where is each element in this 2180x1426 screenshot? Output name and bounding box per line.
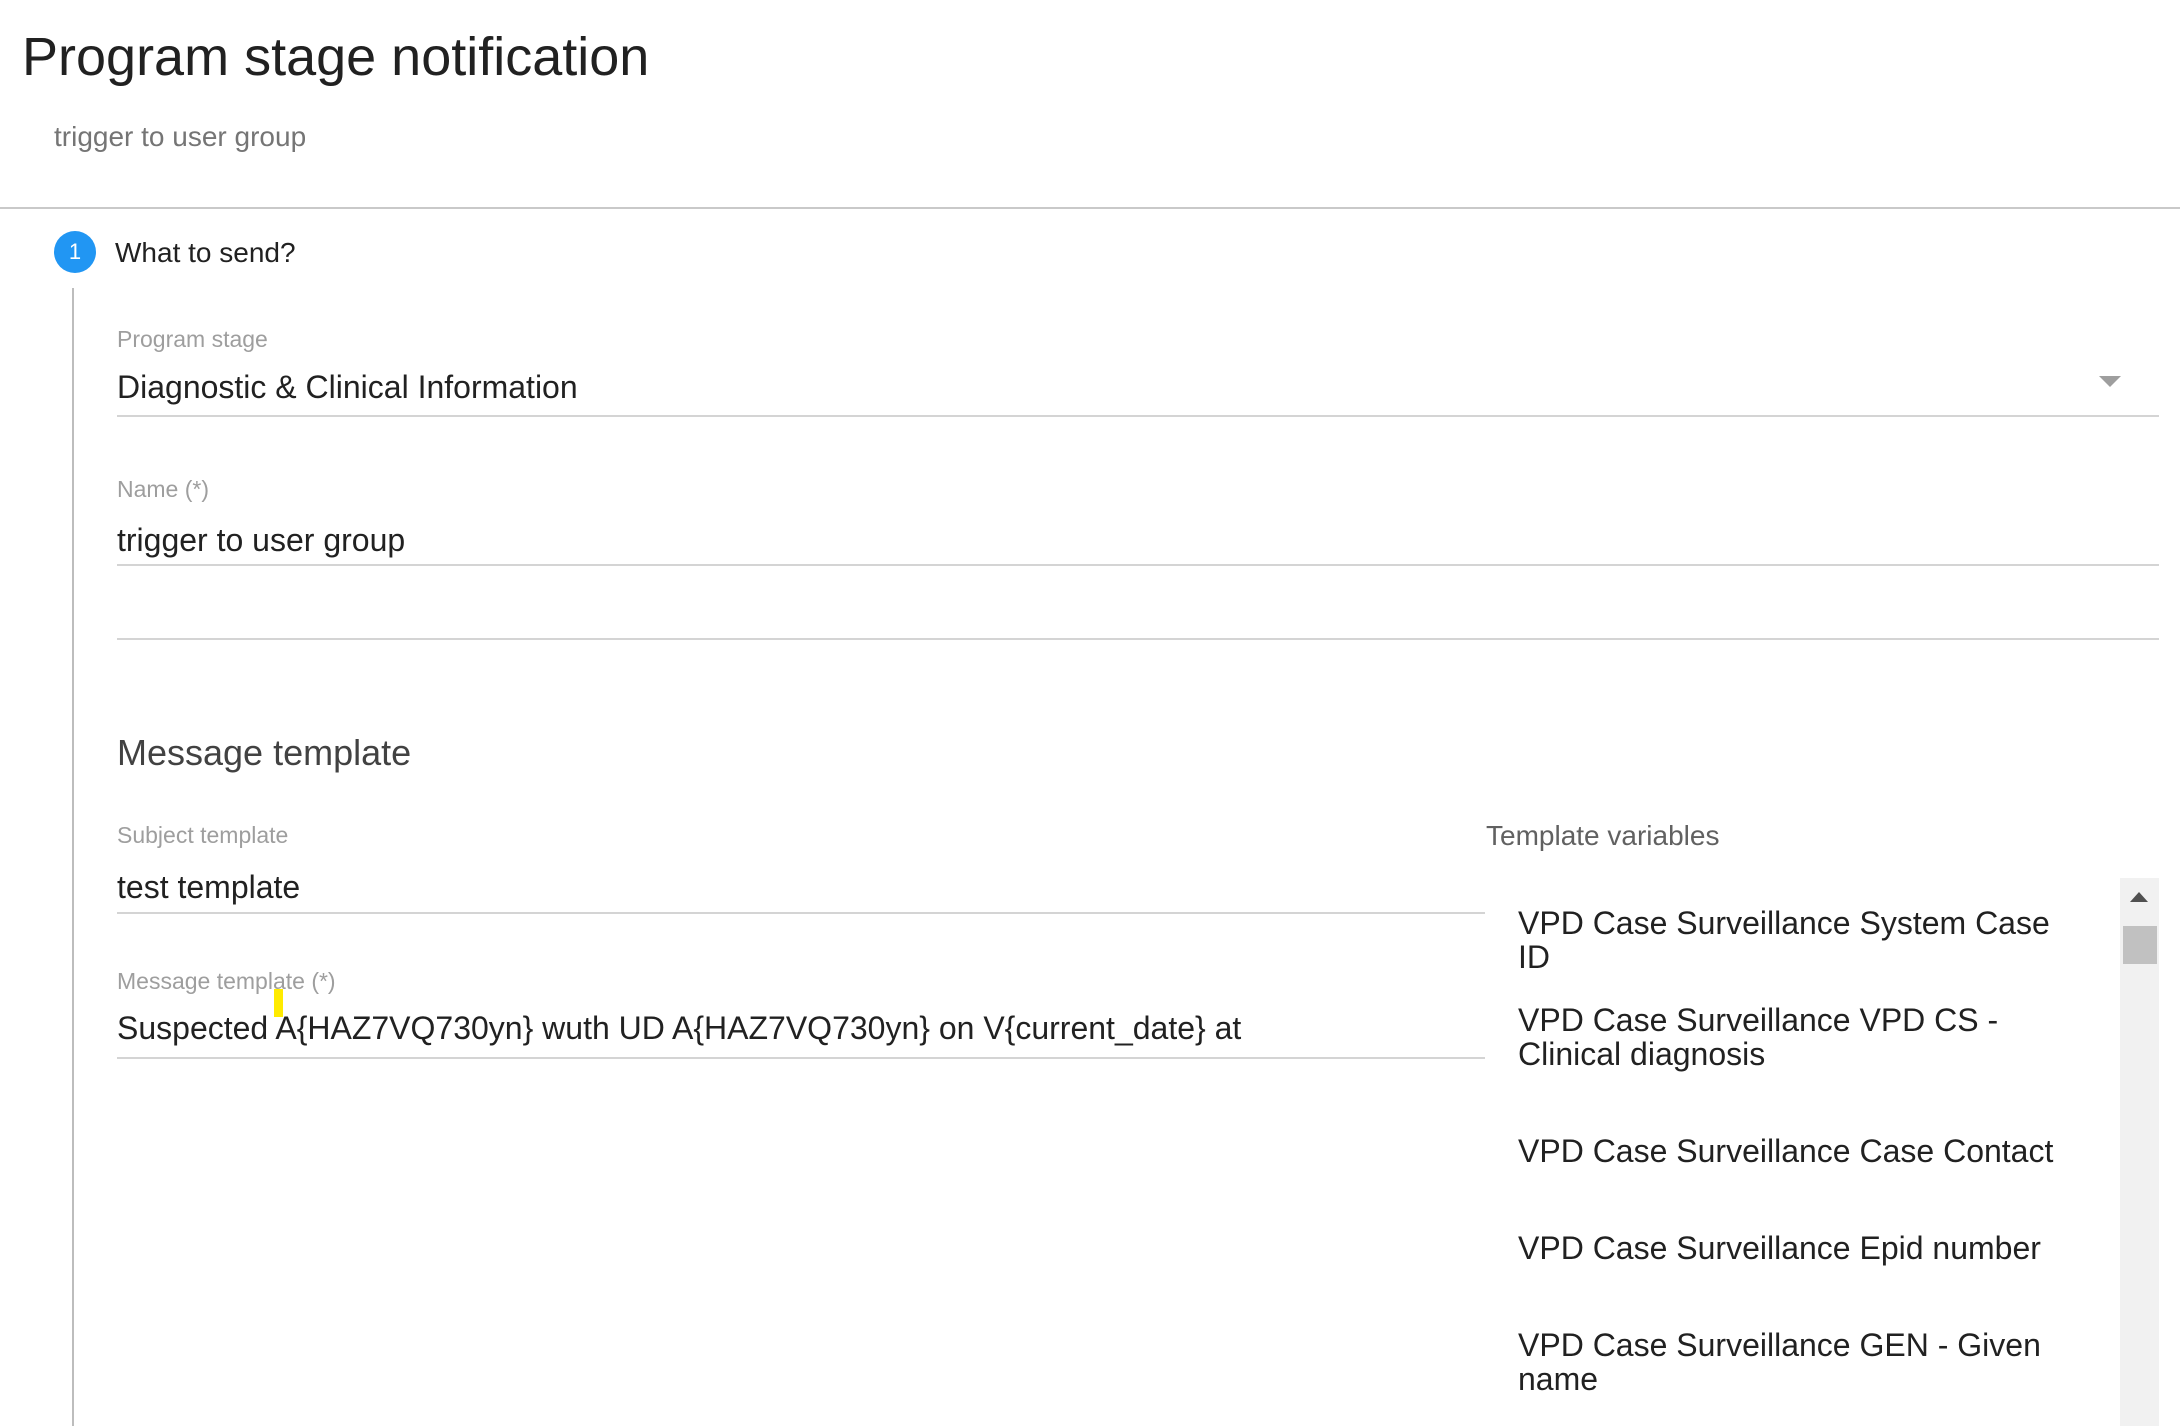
message-template-underline <box>117 1057 1485 1059</box>
name-field-input[interactable]: trigger to user group <box>117 519 2159 561</box>
message-template-label: Message template (*) <box>117 968 336 994</box>
template-variable-item[interactable]: VPD Case Surveillance VPD CS - Clinical … <box>1518 1003 2088 1071</box>
message-template-input[interactable]: Suspected A{HAZ7VQ730yn} wuth UD A{HAZ7V… <box>117 1007 1485 1049</box>
name-field-label: Name (*) <box>117 476 210 502</box>
template-variable-item[interactable]: VPD Case Surveillance Epid number <box>1518 1231 2088 1265</box>
template-variables-list[interactable]: VPD Case Surveillance System Case ID VPD… <box>1486 880 2120 1426</box>
subject-template-input[interactable]: test template <box>117 866 1485 908</box>
caret-down-icon[interactable] <box>2099 376 2121 387</box>
step-label[interactable]: What to send? <box>115 234 296 272</box>
template-variable-item[interactable]: VPD Case Surveillance System Case ID <box>1518 906 2088 974</box>
program-stage-underline <box>117 415 2159 417</box>
program-stage-label: Program stage <box>117 326 268 352</box>
template-variable-item[interactable]: VPD Case Surveillance GEN - Given name <box>1518 1328 2088 1396</box>
scroll-thumb[interactable] <box>2123 926 2157 964</box>
program-stage-select[interactable]: Diagnostic & Clinical Information <box>117 366 2077 408</box>
scroll-up-arrow-icon[interactable] <box>2130 892 2148 902</box>
subject-template-label: Subject template <box>117 822 289 848</box>
message-template-heading: Message template <box>117 732 412 773</box>
template-variables-heading: Template variables <box>1486 820 1720 851</box>
empty-text-field[interactable] <box>117 596 2159 638</box>
step-number-badge[interactable]: 1 <box>54 231 96 273</box>
subject-template-underline <box>117 912 1485 914</box>
page-subtitle: trigger to user group <box>54 121 307 152</box>
page-title: Program stage notification <box>22 27 650 87</box>
header-divider <box>0 207 2180 209</box>
template-variable-item[interactable]: VPD Case Surveillance Case Contact <box>1518 1134 2088 1168</box>
step-connector-line <box>72 288 74 1426</box>
name-field-underline <box>117 564 2159 566</box>
empty-field-underline <box>117 638 2159 640</box>
text-cursor-marker <box>274 989 283 1017</box>
